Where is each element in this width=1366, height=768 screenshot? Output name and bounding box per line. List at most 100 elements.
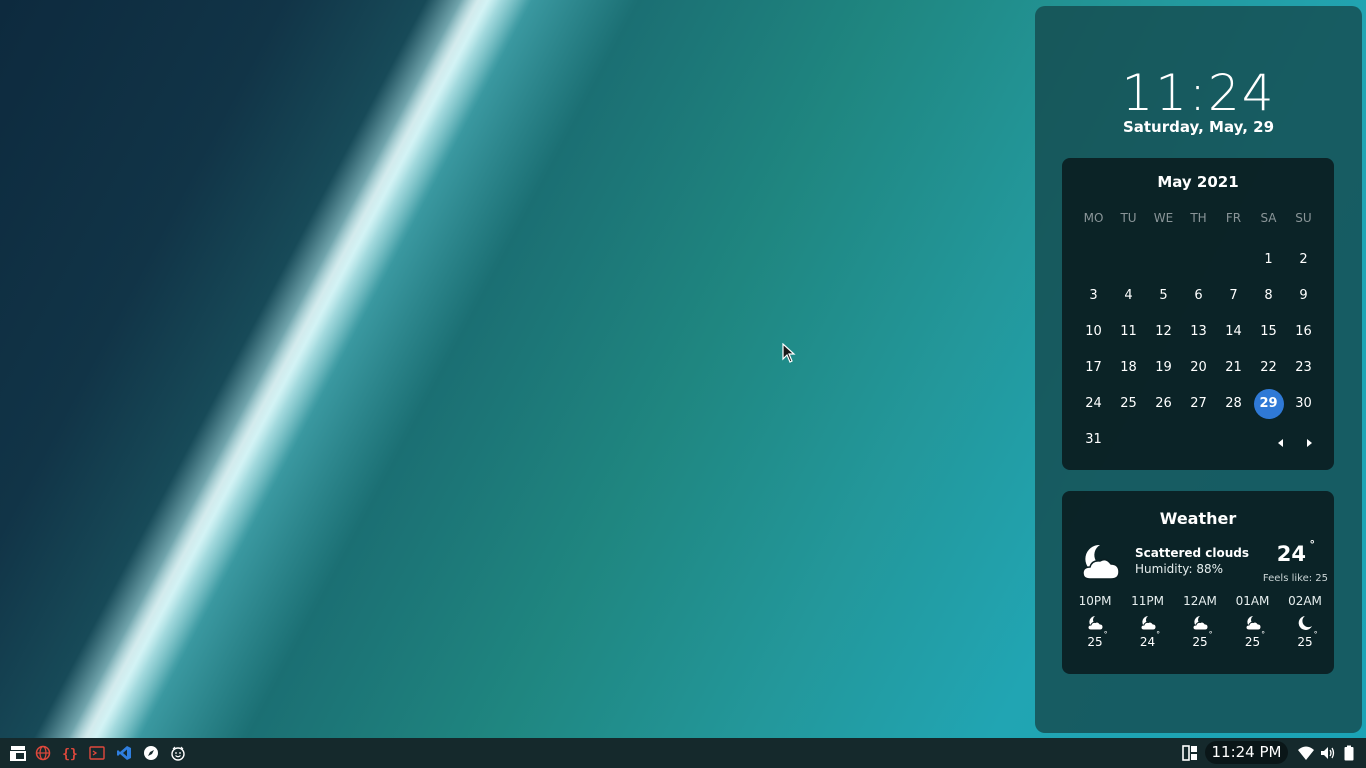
weekday-header: FR [1225, 211, 1242, 225]
calendar-day-number: 7 [1229, 288, 1238, 303]
calendar-day-number: 28 [1225, 396, 1242, 411]
calendar-day[interactable]: 23 [1286, 350, 1321, 386]
calendar-day-number: 27 [1190, 396, 1207, 411]
calendar-day[interactable]: 3 [1076, 278, 1111, 314]
calendar-grid: MO TU WE TH FR SA SU 1 2 3 4 5 6 7 8 9 10 11 12 13 14 15 16 17 1… [1076, 206, 1334, 458]
calendar-day[interactable]: 25 [1111, 386, 1146, 422]
calendar-day[interactable]: 27 [1181, 386, 1216, 422]
calendar-next-icon[interactable] [1302, 436, 1316, 450]
calendar-day-number: 30 [1295, 396, 1312, 411]
smiley-icon[interactable] [170, 745, 186, 761]
night-cloud-icon [1192, 616, 1209, 631]
panel-clock-time: 11:24 [1121, 64, 1276, 122]
weekday-header: TU [1120, 211, 1137, 225]
calendar-day-number: 15 [1260, 324, 1277, 339]
calendar-day[interactable]: 5 [1146, 278, 1181, 314]
weekday-header: WE [1153, 211, 1174, 225]
weather-condition: Scattered clouds [1135, 546, 1250, 560]
degree-symbol: ° [1313, 630, 1318, 639]
calendar-day-number: 14 [1225, 324, 1242, 339]
calendar-day[interactable]: 1 [1251, 242, 1286, 278]
night-cloud-icon [1082, 544, 1120, 580]
hourly-item: 12AM 25 ° [1175, 594, 1225, 649]
calendar-day[interactable]: 21 [1216, 350, 1251, 386]
hourly-time: 10PM [1078, 594, 1112, 608]
calendar-day[interactable]: 22 [1251, 350, 1286, 386]
browser-icon[interactable] [35, 745, 51, 761]
calendar-day[interactable]: 8 [1251, 278, 1286, 314]
calendar-day-number: 12 [1155, 324, 1172, 339]
calendar-day[interactable]: 20 [1181, 350, 1216, 386]
terminal-icon[interactable] [89, 745, 105, 761]
hourly-temp-value: 25 [1297, 635, 1313, 649]
weekday-header: TH [1190, 211, 1207, 225]
vscode-icon[interactable] [116, 745, 132, 761]
calendar-day[interactable]: 30 [1286, 386, 1321, 422]
calendar-day[interactable]: 4 [1111, 278, 1146, 314]
calendar-day-number: 2 [1299, 252, 1308, 267]
calendar-day-number: 4 [1124, 288, 1133, 303]
moon-icon [1298, 616, 1312, 630]
calendar-day[interactable]: 18 [1111, 350, 1146, 386]
calendar-empty-cell [1111, 242, 1146, 278]
calendar-day[interactable]: 16 [1286, 314, 1321, 350]
degree-symbol: ° [1261, 630, 1266, 639]
calendar-day[interactable]: 31 [1076, 422, 1111, 458]
calendar-day[interactable]: 24 [1076, 386, 1111, 422]
hourly-item: 10PM 25 ° [1070, 594, 1120, 649]
hourly-temp-value: 25 [1244, 635, 1261, 649]
calendar-day[interactable]: 28 [1216, 386, 1251, 422]
weekday-header: SU [1295, 211, 1312, 225]
volume-icon[interactable] [1320, 745, 1336, 761]
battery-icon[interactable] [1341, 745, 1357, 761]
calendar-day-today[interactable]: 29 [1251, 386, 1286, 422]
code-editor-icon[interactable]: {} [62, 745, 78, 761]
calendar-day[interactable]: 26 [1146, 386, 1181, 422]
wifi-icon[interactable] [1298, 745, 1314, 761]
hourly-temp: 25 ° [1297, 630, 1317, 649]
calendar-day[interactable]: 9 [1286, 278, 1321, 314]
mouse-cursor-icon [782, 343, 796, 363]
grid-icon[interactable] [1182, 745, 1198, 761]
app-menu-icon[interactable] [10, 745, 26, 761]
calendar-empty-cell [1181, 242, 1216, 278]
calendar-empty-cell [1076, 242, 1111, 278]
weather-temperature-value: 24 [1276, 542, 1306, 566]
panel-clock-date: Saturday, May, 29 [1122, 118, 1275, 136]
calendar-day-number: 13 [1190, 324, 1207, 339]
taskbar-clock[interactable]: 11:24 PM [1205, 741, 1288, 764]
hourly-time: 02AM [1288, 594, 1322, 608]
calendar-day[interactable]: 7 [1216, 278, 1251, 314]
calendar-title: May 2021 [1157, 173, 1239, 191]
calendar-day-number: 6 [1194, 288, 1203, 303]
calendar-day-number: 9 [1299, 288, 1308, 303]
calendar-day[interactable]: 11 [1111, 314, 1146, 350]
calendar-day-number: 18 [1120, 360, 1137, 375]
calendar-day-number: 17 [1085, 360, 1102, 375]
calendar-day[interactable]: 19 [1146, 350, 1181, 386]
calendar-day-number: 24 [1085, 396, 1102, 411]
calendar-day[interactable]: 13 [1181, 314, 1216, 350]
hourly-time: 01AM [1235, 594, 1270, 608]
hourly-item: 11PM 24 ° [1123, 594, 1173, 649]
calendar-day[interactable]: 10 [1076, 314, 1111, 350]
degree-symbol: ° [1103, 630, 1108, 639]
night-cloud-icon [1244, 616, 1262, 631]
night-cloud-icon [1087, 616, 1104, 631]
calendar-day-number: 3 [1089, 288, 1098, 303]
calendar-day[interactable]: 17 [1076, 350, 1111, 386]
calendar-day[interactable]: 14 [1216, 314, 1251, 350]
calendar-day[interactable]: 6 [1181, 278, 1216, 314]
calendar-empty-cell [1216, 242, 1251, 278]
calendar-day[interactable]: 15 [1251, 314, 1286, 350]
calendar-prev-icon[interactable] [1274, 436, 1288, 450]
degree-symbol: ° [1156, 630, 1161, 639]
calendar-day-number: 31 [1085, 432, 1102, 447]
degree-symbol: ° [1208, 630, 1213, 639]
weather-feels-like: Feels like: 25 [1262, 573, 1328, 584]
calendar-day[interactable]: 2 [1286, 242, 1321, 278]
compass-icon[interactable] [143, 745, 159, 761]
calendar-day-number: 10 [1085, 324, 1102, 339]
hourly-time: 11PM [1131, 594, 1164, 608]
calendar-day[interactable]: 12 [1146, 314, 1181, 350]
